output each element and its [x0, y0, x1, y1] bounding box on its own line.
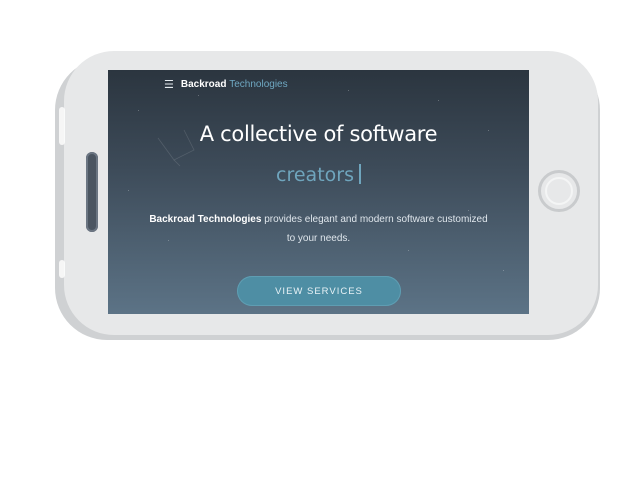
volume-button — [59, 107, 65, 145]
home-button[interactable] — [538, 170, 580, 212]
typed-word: creators — [276, 164, 354, 186]
typing-cursor — [358, 164, 361, 184]
hero-tagline: Backroad Technologies provides elegant a… — [148, 210, 489, 248]
stage: ☰ Backroad Technologies A collective of … — [0, 0, 640, 489]
hamburger-menu-icon[interactable]: ☰ — [164, 79, 174, 90]
speaker-grille — [86, 152, 98, 232]
power-button — [59, 260, 65, 278]
hero-headline: A collective of software — [199, 122, 438, 146]
navbar: ☰ Backroad Technologies — [164, 79, 288, 90]
tagline-brand: Backroad Technologies — [149, 214, 262, 225]
phone-screen: ☰ Backroad Technologies A collective of … — [108, 70, 529, 314]
view-services-button[interactable]: VIEW SERVICES — [237, 276, 401, 306]
brand-accent: Technologies — [229, 79, 288, 90]
brand-logo[interactable]: Backroad Technologies — [181, 79, 288, 90]
tagline-text: provides elegant and modern software cus… — [264, 214, 488, 244]
typed-text-line: creators — [108, 164, 529, 186]
brand-primary: Backroad — [180, 79, 227, 90]
